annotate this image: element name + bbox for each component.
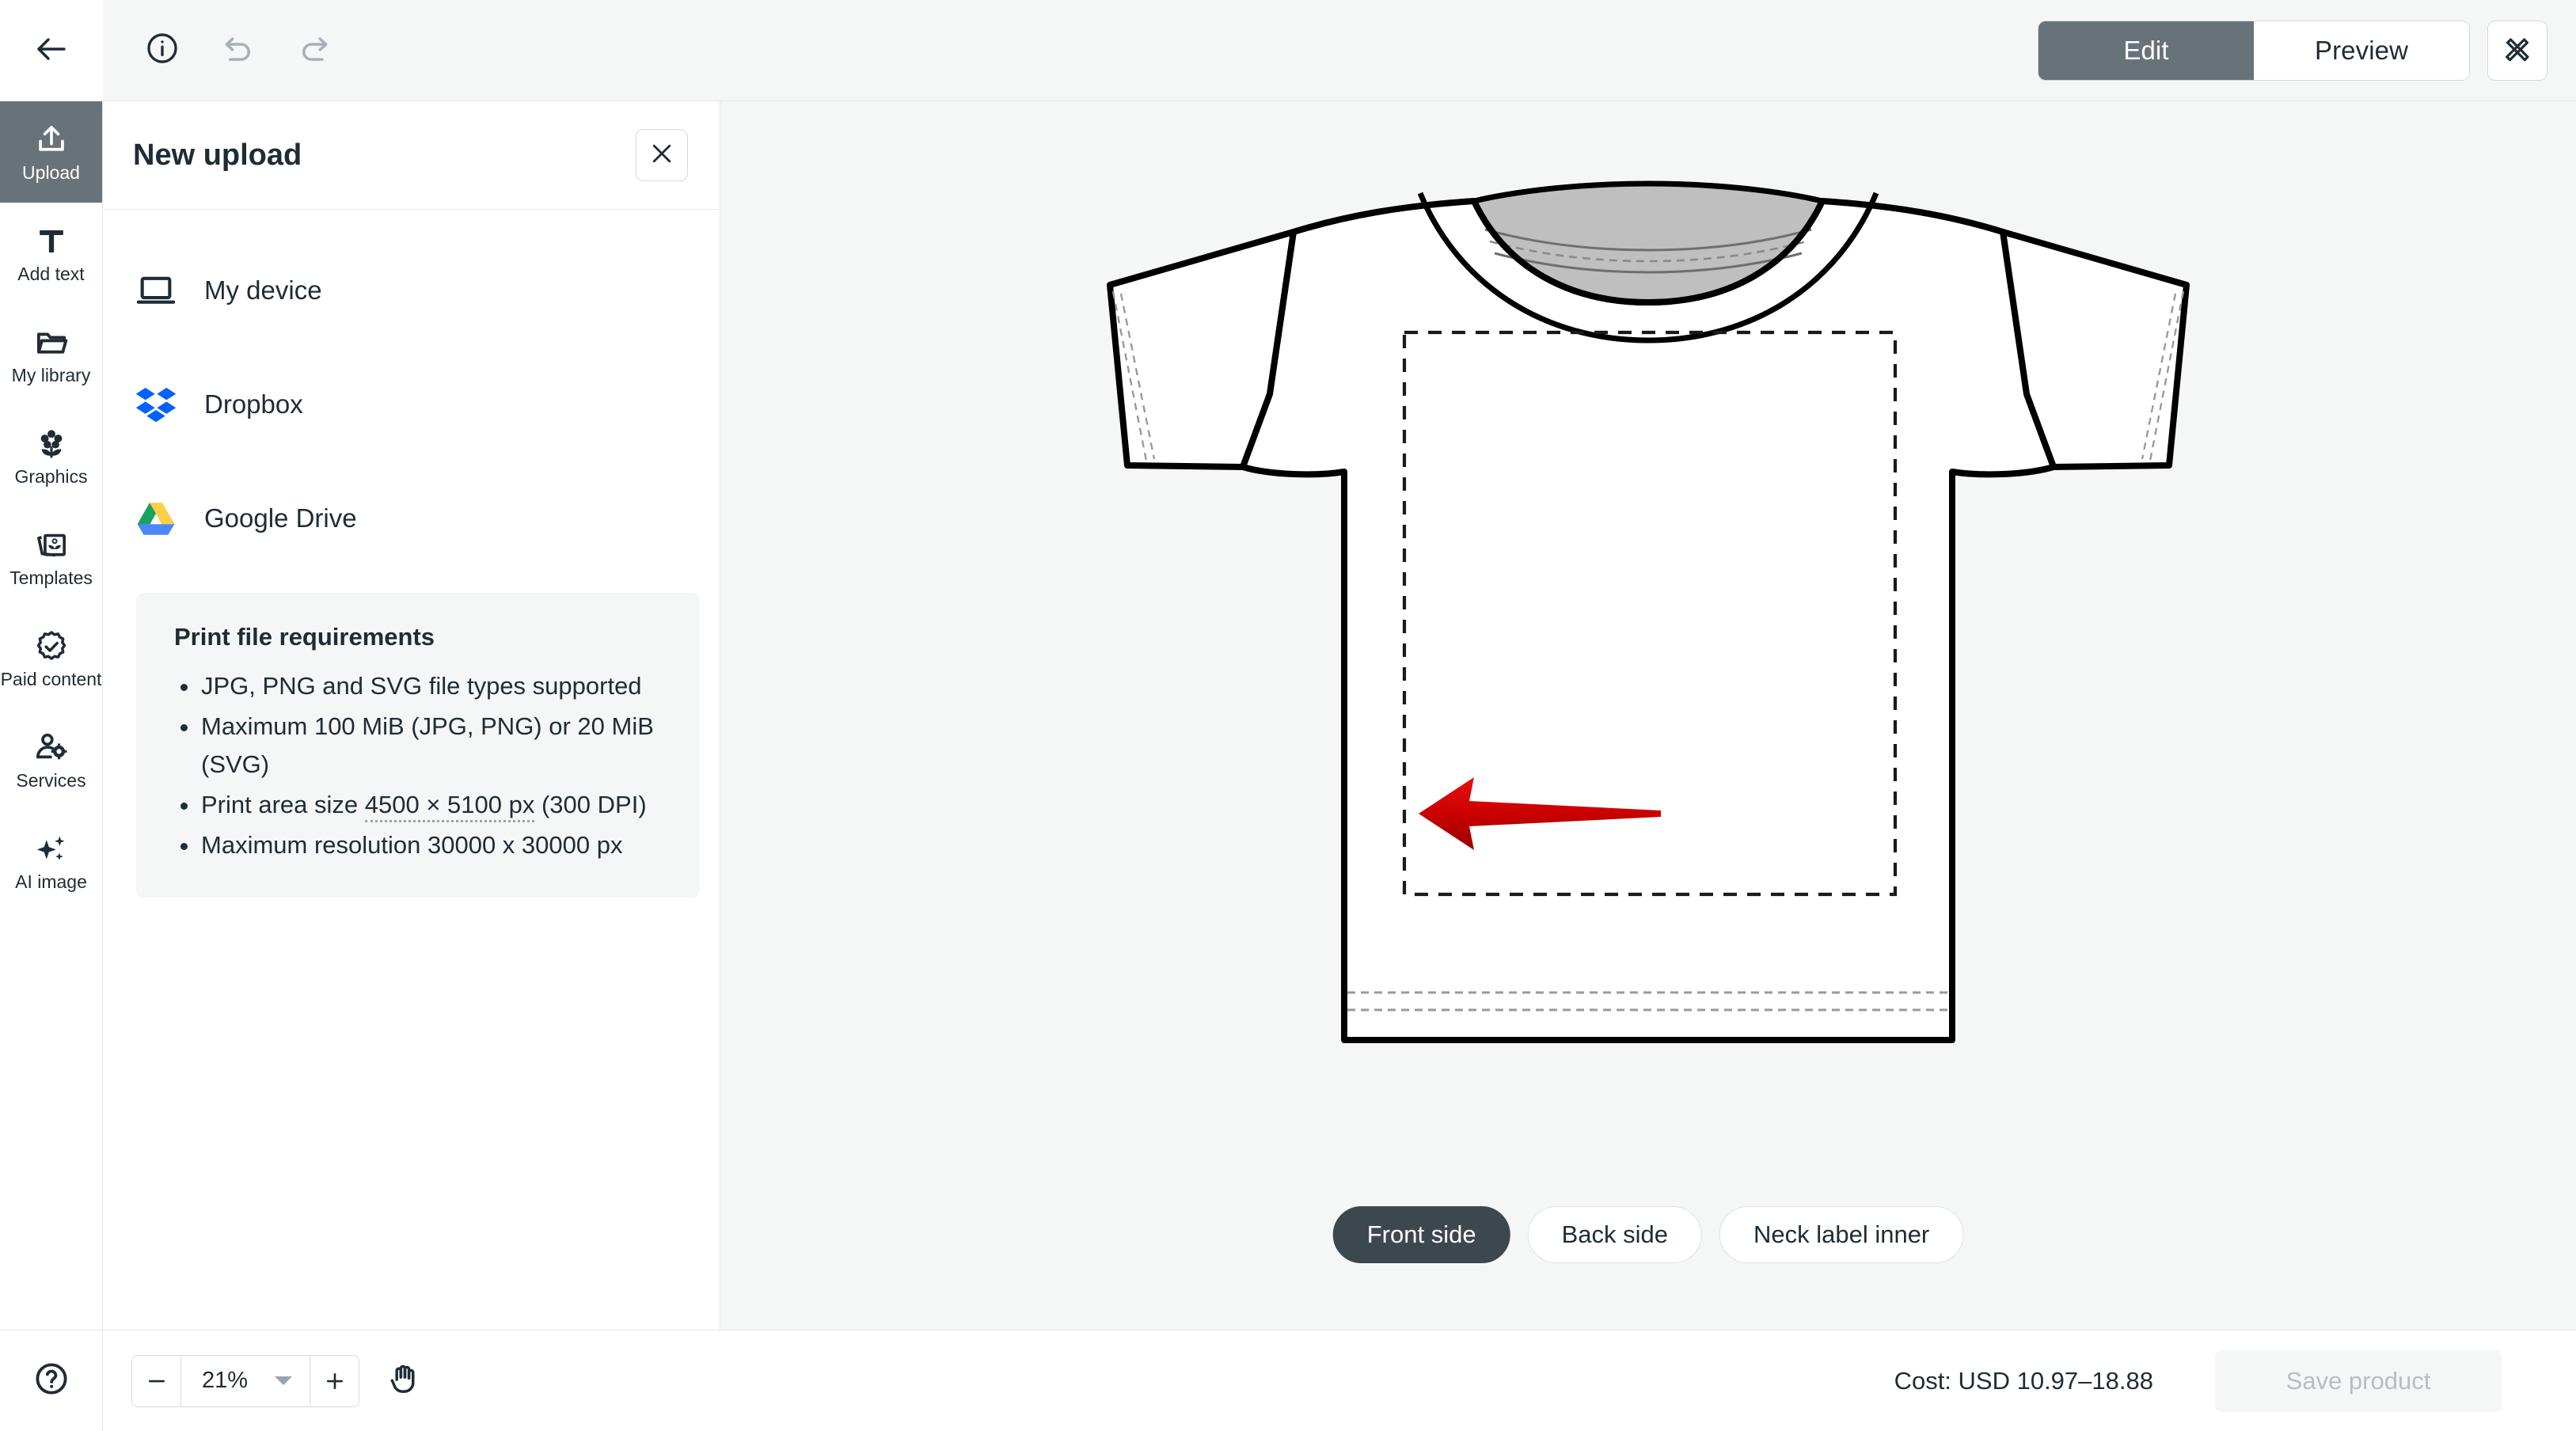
side-selector-tabs: Front side Back side Neck label inner (1332, 1206, 1964, 1263)
google-drive-icon (133, 495, 179, 541)
tshirt-svg (1107, 180, 2190, 1043)
bottom-toolbar: 21% Cost: USD 10.97–18.88 Save product (0, 1330, 2576, 1431)
close-panel-button[interactable] (636, 129, 688, 181)
upload-panel: New upload My device Dropbox Google Driv… (103, 101, 720, 1330)
sidebar-item-upload[interactable]: Upload (0, 101, 102, 203)
upload-source-google-drive[interactable]: Google Drive (133, 461, 690, 575)
folder-icon (33, 325, 70, 361)
tab-back-side[interactable]: Back side (1527, 1206, 1702, 1263)
print-area-size-value: 4500 × 5100 px (364, 790, 535, 822)
requirements-title: Print file requirements (174, 623, 435, 651)
mode-switch: Edit Preview (2038, 20, 2470, 81)
sidebar-item-add-text[interactable]: Add text (0, 203, 102, 304)
sidebar-item-label: AI image (15, 871, 87, 892)
upload-icon (33, 122, 70, 158)
chevron-down-icon (275, 1376, 293, 1385)
sidebar-item-label: Services (16, 770, 86, 791)
requirement-item: JPG, PNG and SVG file types supported (174, 667, 665, 706)
product-designer-app: Edit Preview Upload Add text My library … (0, 0, 2576, 1431)
text-t-icon (33, 223, 70, 260)
page-title: New upload (133, 138, 302, 172)
ruler-pencil-icon (2501, 32, 2534, 69)
zoom-controls: 21% (131, 1354, 427, 1407)
main-body: Upload Add text My library Graphics Temp… (0, 101, 2576, 1330)
upload-panel-body: My device Dropbox Google Drive Print fil… (103, 210, 720, 898)
hand-pan-icon (386, 1361, 421, 1400)
top-toolbar-actions (103, 0, 2038, 101)
upload-source-label: Google Drive (204, 503, 357, 533)
sidebar-item-label: My library (11, 365, 91, 385)
sidebar-item-label: Add text (17, 264, 85, 284)
sidebar-item-paid-content[interactable]: Paid content (0, 608, 102, 709)
badge-check-icon (33, 628, 70, 665)
templates-stack-icon (33, 527, 70, 564)
sidebar-item-services[interactable]: Services (0, 709, 102, 810)
sidebar-item-graphics[interactable]: Graphics (0, 405, 102, 507)
info-circle-icon (145, 31, 180, 70)
sidebar-item-my-library[interactable]: My library (0, 304, 102, 405)
cost-label: Cost: USD 10.97–18.88 (1894, 1366, 2153, 1395)
redo-icon (297, 31, 332, 70)
sidebar-item-label: Paid content (0, 669, 102, 689)
top-toolbar-right: Edit Preview (2038, 0, 2576, 101)
info-button[interactable] (133, 21, 192, 80)
design-canvas[interactable]: Front side Back side Neck label inner (720, 101, 2576, 1330)
sidebar-item-ai-image[interactable]: AI image (0, 810, 102, 912)
requirement-prefix: Print area size (201, 790, 365, 818)
help-button[interactable] (0, 1330, 103, 1431)
bottom-toolbar-right: Cost: USD 10.97–18.88 Save product (1894, 1330, 2576, 1431)
undo-icon (221, 31, 256, 70)
requirement-suffix: (300 DPI) (534, 790, 647, 818)
requirement-item: Maximum 100 MiB (JPG, PNG) or 20 MiB (SV… (174, 708, 665, 784)
tab-preview[interactable]: Preview (2254, 21, 2469, 80)
zoom-stepper: 21% (131, 1354, 360, 1407)
undo-button[interactable] (209, 21, 268, 80)
design-tools-button[interactable] (2487, 20, 2548, 81)
upload-panel-header: New upload (103, 101, 720, 210)
upload-source-dropbox[interactable]: Dropbox (133, 347, 690, 461)
arrow-left-icon (32, 30, 70, 72)
requirement-item: Print area size 4500 × 5100 px (300 DPI) (174, 786, 665, 825)
person-gear-icon (33, 730, 70, 766)
dropbox-icon (133, 381, 179, 427)
save-product-button[interactable]: Save product (2215, 1349, 2502, 1412)
zoom-in-button[interactable] (310, 1355, 359, 1406)
requirements-list: JPG, PNG and SVG file types supported Ma… (174, 667, 665, 864)
tshirt-mockup (1062, 133, 2234, 1130)
redo-button[interactable] (285, 21, 344, 80)
requirement-item: Maximum resolution 30000 x 30000 px (174, 826, 665, 865)
tab-neck-label-inner[interactable]: Neck label inner (1719, 1206, 1964, 1263)
zoom-level-value: 21% (202, 1368, 249, 1393)
tool-rail: Upload Add text My library Graphics Temp… (0, 101, 103, 1330)
zoom-level-select[interactable]: 21% (181, 1355, 310, 1406)
sidebar-item-templates[interactable]: Templates (0, 507, 102, 608)
tab-front-side[interactable]: Front side (1332, 1206, 1510, 1263)
upload-source-my-device[interactable]: My device (133, 233, 690, 347)
print-file-requirements-card: Print file requirements JPG, PNG and SVG… (136, 593, 700, 898)
sidebar-item-label: Templates (9, 567, 93, 588)
sidebar-item-label: Graphics (14, 466, 88, 487)
zoom-out-button[interactable] (132, 1355, 181, 1406)
sidebar-item-label: Upload (22, 162, 80, 183)
back-button[interactable] (0, 0, 103, 101)
sparkles-icon (33, 831, 70, 867)
tab-edit[interactable]: Edit (2038, 21, 2254, 80)
laptop-icon (133, 268, 179, 313)
flower-icon (33, 426, 70, 462)
top-toolbar: Edit Preview (0, 0, 2576, 101)
pan-tool-button[interactable] (380, 1357, 427, 1405)
upload-source-label: My device (204, 275, 322, 305)
upload-source-label: Dropbox (204, 389, 303, 419)
help-circle-icon (33, 1361, 70, 1401)
close-icon (648, 139, 676, 172)
